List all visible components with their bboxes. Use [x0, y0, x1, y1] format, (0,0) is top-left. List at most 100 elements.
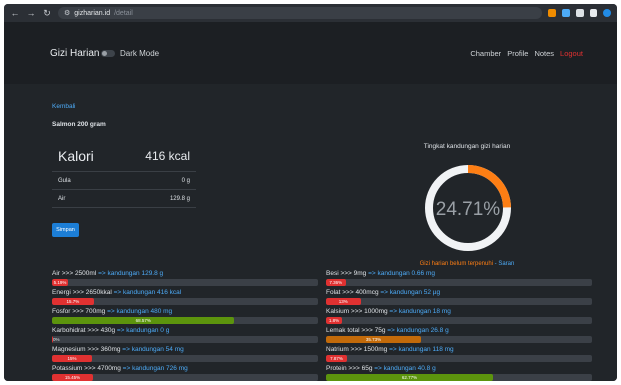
puzzle-icon[interactable] — [576, 9, 584, 17]
nutrient-progress-fill: 7.87% — [326, 355, 347, 362]
nutrient-item: Karbohidrat >>> 430g => kandungan 0 g 0% — [52, 326, 318, 343]
nutrient-progress-track: 1.8% — [326, 317, 592, 324]
address-host: gizharian.id — [74, 9, 111, 17]
nutrient-label: Energi >>> 2650kkal => kandungan 416 kca… — [52, 288, 318, 297]
nutrient-progress-fill: 62.77% — [326, 374, 493, 381]
nutrient-item: Potassium >>> 4700mg => kandungan 726 mg… — [52, 364, 318, 381]
nutrient-item: Natrium >>> 1500mg => kandungan 118 mg 7.… — [326, 345, 592, 362]
nutrient-amount: kandungan 416 kcal — [123, 289, 182, 296]
nutrient-item: Besi >>> 9mg => kandungan 0.66 mg 7.36% — [326, 269, 592, 286]
nutrient-label: Potassium >>> 4700mg => kandungan 726 mg — [52, 364, 318, 373]
nutrient-amount: kandungan 0.66 mg — [377, 270, 435, 277]
nutrient-target: Natrium >>> 1500mg — [326, 346, 388, 353]
nutrient-amount: kandungan 40.8 g — [383, 365, 436, 372]
gauge-status: Gizi harian belum terpenuhi - Saran — [399, 261, 535, 267]
nutrient-label: Protein >>> 65g => kandungan 40.8 g — [326, 364, 592, 373]
logout-link[interactable]: Logout — [560, 49, 583, 58]
dark-mode-label: Dark Mode — [120, 49, 160, 58]
nutrient-progress-fill: 15% — [52, 355, 92, 362]
nutrient-label: Natrium >>> 1500mg => kandungan 118 mg — [326, 345, 592, 354]
nutrient-target: Potassium >>> 4700mg — [52, 365, 121, 372]
back-link[interactable]: Kembali — [52, 103, 75, 110]
gauge-title: Tingkat kandungan gizi harian — [423, 143, 511, 150]
nutrient-amount: kandungan 118 mg — [398, 346, 454, 353]
nav-link-chamber[interactable]: Chamber — [470, 49, 501, 58]
gauge-status-text: Gizi harian belum terpenuhi — [419, 261, 493, 267]
nutrient-progress-fill: 7.36% — [326, 279, 346, 286]
calorie-value: 416 kcal — [145, 148, 190, 163]
nutrient-progress-fill: 13% — [326, 298, 361, 305]
sidebar-icon[interactable] — [590, 9, 597, 17]
nutrient-progress-track: 0% — [52, 336, 318, 343]
nav-link-profile[interactable]: Profile — [507, 49, 528, 58]
nutrient-progress-track: 5.19% — [52, 279, 318, 286]
nutrient-amount: kandungan 54 mg — [131, 346, 184, 353]
save-button[interactable]: Simpan — [52, 223, 79, 237]
nutrient-arrow: => — [113, 289, 122, 296]
app-page: Gizi Harian Dark Mode Chamber Profile No… — [4, 22, 617, 381]
nutrient-target: Magnesium >>> 360mg — [52, 346, 121, 353]
nutrient-arrow: => — [387, 327, 395, 334]
nav-links: Chamber Profile Notes Logout — [470, 49, 583, 58]
calorie-label: Kalori — [58, 147, 94, 164]
nutrient-arrow: => — [374, 365, 382, 372]
nutrient-progress-track: 15.7% — [52, 298, 318, 305]
dark-mode-toggle[interactable] — [101, 50, 115, 57]
nutrient-arrow: => — [98, 270, 106, 277]
nutrient-label: Folat >>> 400mcg => kandungan 52 µg — [326, 288, 592, 297]
nutrient-arrow: => — [122, 365, 131, 372]
nutrient-arrow: => — [389, 308, 398, 315]
nutrient-amount: kandungan 726 mg — [132, 365, 188, 372]
profile-icon[interactable] — [603, 9, 611, 17]
nutrient-progress-fill: 5.19% — [52, 279, 68, 286]
row-label: Air — [58, 195, 66, 202]
nutrient-arrow: => — [380, 289, 388, 296]
nutrient-amount: kandungan 52 µg — [389, 289, 441, 296]
nutrient-label: Kalsium >>> 1000mg => kandungan 18 mg — [326, 307, 592, 316]
nutrient-amount: kandungan 18 mg — [398, 308, 451, 315]
back-arrow-icon[interactable]: ← — [10, 8, 20, 18]
nutrient-progress-track: 7.87% — [326, 355, 592, 362]
nutrient-progress-track: 7.36% — [326, 279, 592, 286]
nutrient-item: Lemak total >>> 75g => kandungan 26.8 g3… — [326, 326, 592, 343]
nutrient-target: Karbohidrat >>> 430g — [52, 327, 116, 334]
nutrient-label: Magnesium >>> 360mg => kandungan 54 mg — [52, 345, 318, 354]
extension-icon[interactable] — [562, 9, 570, 17]
nutrient-amount: kandungan 129.8 g — [107, 270, 164, 277]
nav-link-notes[interactable]: Notes — [534, 49, 554, 58]
extension-icon[interactable] — [548, 9, 556, 17]
nutrient-progress-track: 68.57% — [52, 317, 318, 324]
nutrient-target: Energi >>> 2650kkal — [52, 289, 112, 296]
nutrient-label: Fosfor >>> 700mg => kandungan 480 mg — [52, 307, 318, 316]
reload-icon[interactable]: ↻ — [42, 8, 52, 18]
nutrient-progress-track: 13% — [326, 298, 592, 305]
nutrient-target: Protein >>> 65g — [326, 365, 373, 372]
nutrient-progress-fill: 15.7% — [52, 298, 94, 305]
nutrient-item: Kalsium >>> 1000mg => kandungan 18 mg 1.8… — [326, 307, 592, 324]
nutrient-progress-fill: 1.8% — [326, 317, 342, 324]
address-bar[interactable]: ⚙ gizharian.id/detail — [58, 7, 542, 19]
nutrient-target: Folat >>> 400mcg — [326, 289, 379, 296]
nutrient-label: Lemak total >>> 75g => kandungan 26.8 g — [326, 326, 592, 335]
address-path: /detail — [114, 9, 133, 17]
nutrient-arrow: => — [116, 327, 125, 334]
nutrient-arrow: => — [389, 346, 397, 353]
nutrient-label: Besi >>> 9mg => kandungan 0.66 mg — [326, 269, 592, 278]
advice-link[interactable]: Saran — [498, 261, 514, 267]
site-info-icon[interactable]: ⚙ — [64, 9, 70, 17]
nutrient-progress-fill: 15.45% — [52, 374, 94, 381]
nutrient-target: Besi >>> 9mg — [326, 270, 367, 277]
nutrient-item: Magnesium >>> 360mg => kandungan 54 mg 15… — [52, 345, 318, 362]
nutrient-item: Protein >>> 65g => kandungan 40.8 g 62.77… — [326, 364, 592, 381]
nutrient-progress-track: 35.73% — [326, 336, 592, 343]
browser-toolbar: ← → ↻ ⚙ gizharian.id/detail — [4, 4, 617, 22]
food-name: Salmon 200 gram — [52, 121, 106, 128]
brand-title[interactable]: Gizi Harian — [50, 48, 99, 59]
nutrient-item: Folat >>> 400mcg => kandungan 52 µg 13% — [326, 288, 592, 305]
nutrient-target: Lemak total >>> 75g — [326, 327, 386, 334]
nutrient-target: Kalsium >>> 1000mg — [326, 308, 388, 315]
nutrient-label: Karbohidrat >>> 430g => kandungan 0 g — [52, 326, 318, 335]
forward-arrow-icon[interactable]: → — [26, 8, 36, 18]
toggle-knob — [102, 51, 107, 56]
row-value: 0 g — [181, 177, 190, 184]
